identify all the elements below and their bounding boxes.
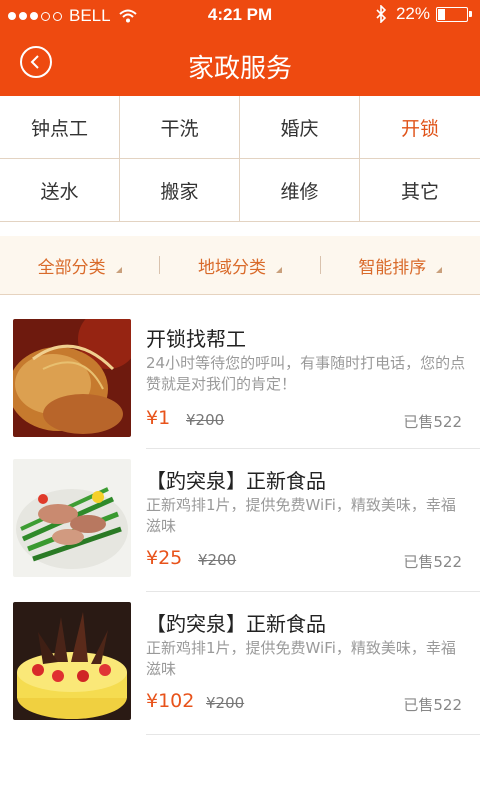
item-description: 正新鸡排1片，提供免费WiFi，精致美味，幸福滋味 [146,496,456,535]
filter-all-categories[interactable]: 全部分类 [0,236,159,294]
category-grid: 钟点工 干洗 婚庆 开锁 送水 搬家 维修 其它 [0,96,480,222]
category-item-active[interactable]: 开锁 [360,96,480,159]
filter-bar: 全部分类 地域分类 智能排序 [0,236,480,295]
status-right: 22% [376,4,472,24]
page-title: 家政服务 [187,54,292,84]
item-original-price: ¥200 [186,411,225,429]
dropdown-triangle-icon [275,267,282,273]
service-list: 开锁找帮工 24小时等待您的呼叫，有事随时打电话，您的点赞就是对我们的肯定！ ¥… [0,295,480,735]
item-sold-count: 已售522 [403,553,462,571]
item-title: 【趵突泉】正新食品 [146,612,326,636]
filter-label: 地域分类 [197,257,266,278]
list-item[interactable]: 开锁找帮工 24小时等待您的呼叫，有事随时打电话，您的点赞就是对我们的肯定！ ¥… [0,295,480,449]
fried-food-image [13,319,131,437]
stir-fry-dish-image [13,459,131,577]
category-item[interactable]: 搬家 [120,159,240,222]
filter-smart-sort[interactable]: 智能排序 [321,236,480,294]
item-title: 【趵突泉】正新食品 [146,469,326,493]
category-item[interactable]: 维修 [240,159,360,222]
category-item[interactable]: 干洗 [120,96,240,159]
item-original-price: ¥200 [206,694,245,712]
list-item[interactable]: 【趵突泉】正新食品 正新鸡排1片，提供免费WiFi，精致美味，幸福滋味 ¥102… [0,592,480,735]
item-price: ¥102 [146,690,195,712]
filter-label: 全部分类 [37,257,106,278]
item-price: ¥25 [146,547,183,569]
bluetooth-icon [376,5,386,23]
category-item[interactable]: 钟点工 [0,96,120,159]
item-price: ¥1 [146,407,171,429]
item-description: 正新鸡排1片，提供免费WiFi，精致美味，幸福滋味 [146,639,456,678]
filter-label: 智能排序 [358,257,427,278]
list-item[interactable]: 【趵突泉】正新食品 正新鸡排1片，提供免费WiFi，精致美味，幸福滋味 ¥25 … [0,449,480,592]
section-divider [0,222,480,237]
dropdown-triangle-icon [115,267,122,273]
fruit-cake-image [13,602,131,720]
category-item[interactable]: 送水 [0,159,120,222]
battery-icon [436,6,472,22]
filter-region[interactable]: 地域分类 [160,236,319,294]
item-divider [146,734,480,735]
item-original-price: ¥200 [198,551,237,569]
item-sold-count: 已售522 [403,413,462,431]
item-sold-count: 已售522 [403,696,462,714]
category-item[interactable]: 其它 [360,159,480,222]
item-description: 24小时等待您的呼叫，有事随时打电话，您的点赞就是对我们的肯定！ [146,354,466,393]
header-bar: BELL 4:21 PM 22% 家政服务 [0,0,480,96]
status-bar: BELL 4:21 PM 22% [0,0,480,32]
dropdown-triangle-icon [436,267,443,273]
battery-percent: 22% [395,4,430,23]
item-title: 开锁找帮工 [146,327,246,351]
category-item[interactable]: 婚庆 [240,96,360,159]
